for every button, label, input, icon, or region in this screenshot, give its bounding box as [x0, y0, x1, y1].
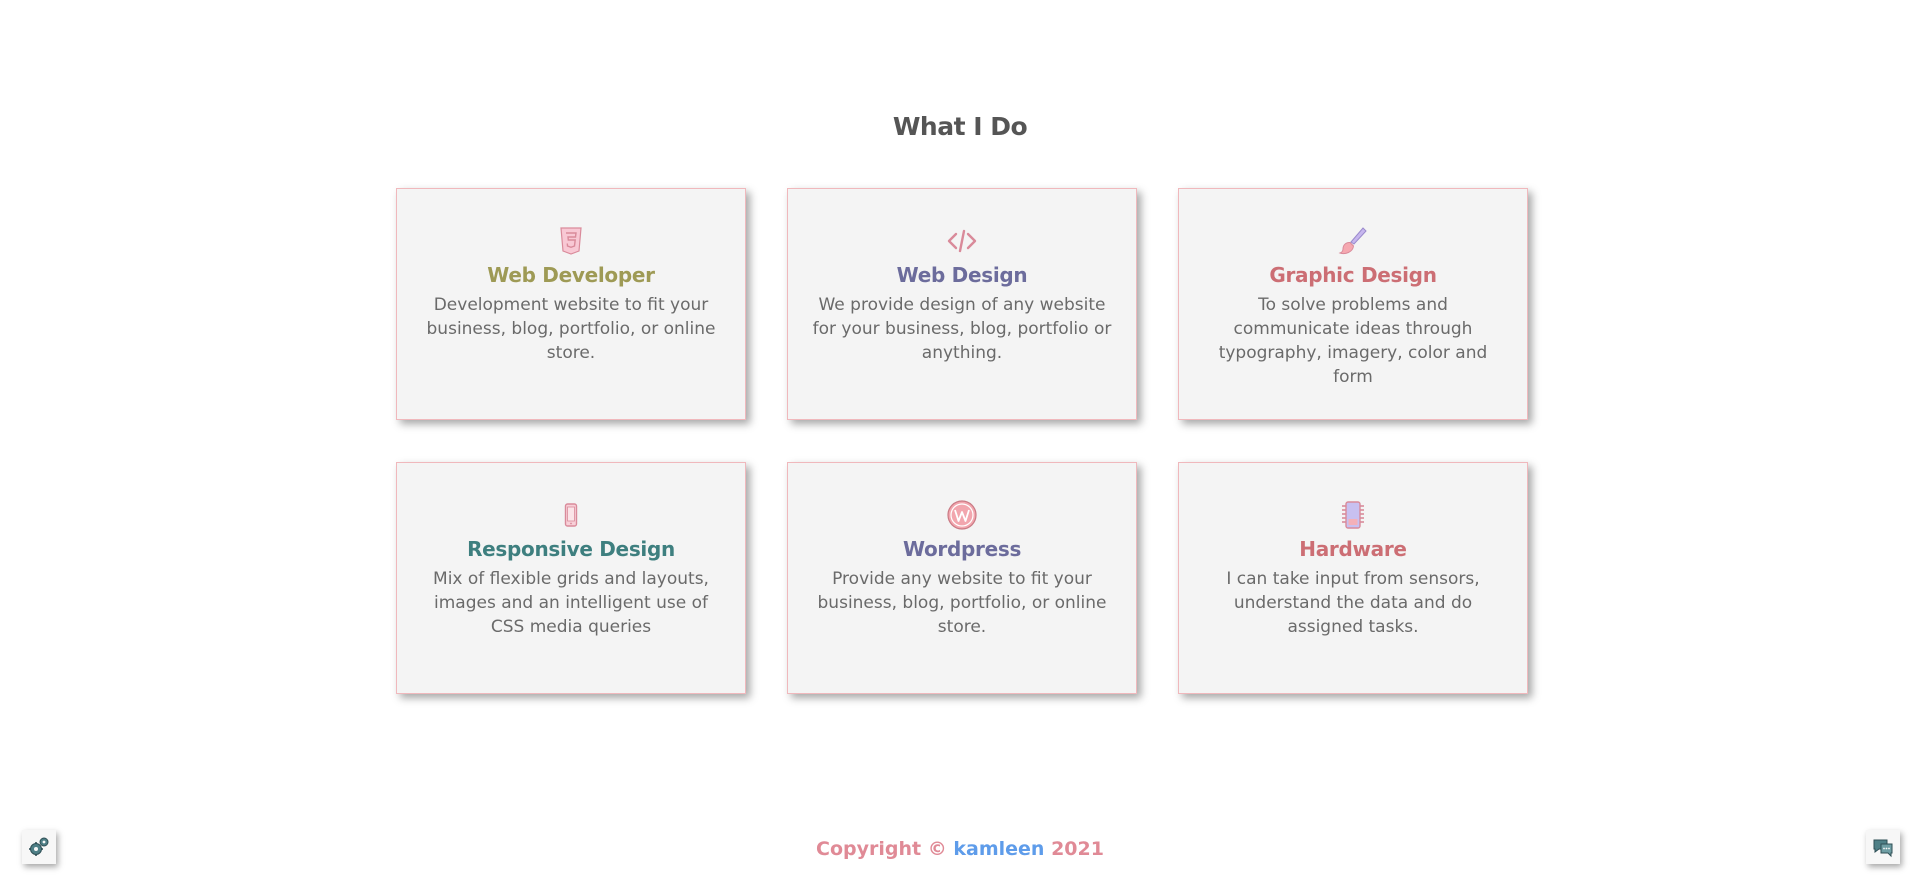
html5-icon: [560, 227, 582, 255]
service-card-web-developer: Web Developer Development website to fit…: [396, 188, 746, 420]
card-title: Hardware: [1299, 537, 1407, 561]
card-description: Mix of flexible grids and layouts, image…: [433, 569, 709, 637]
card-description: I can take input from sensors, understan…: [1226, 569, 1480, 637]
gears-icon: [29, 837, 49, 856]
service-card-graphic-design: Graphic Design To solve problems and com…: [1178, 188, 1528, 420]
brand-link[interactable]: kamleen: [953, 838, 1044, 860]
chat-button[interactable]: [1866, 830, 1900, 864]
code-icon: [947, 229, 977, 253]
copyright-prefix: Copyright ©: [816, 838, 947, 860]
chat-icon: [1873, 839, 1893, 858]
service-card-web-design: Web Design We provide design of any webs…: [787, 188, 1137, 420]
card-title: Responsive Design: [467, 537, 675, 561]
settings-button[interactable]: [22, 830, 56, 864]
footer-copyright: Copyright © kamleen 2021: [0, 838, 1920, 860]
card-description: To solve problems and communicate ideas …: [1218, 295, 1488, 387]
service-card-wordpress: Wordpress Provide any website to fit you…: [787, 462, 1137, 694]
services-grid: Web Developer Development website to fit…: [396, 188, 1528, 694]
section-title: What I Do: [892, 112, 1028, 141]
service-card-hardware: Hardware I can take input from sensors, …: [1178, 462, 1528, 694]
card-title: Graphic Design: [1269, 263, 1437, 287]
card-description: Development website to fit your business…: [426, 295, 716, 363]
card-title: Web Developer: [487, 263, 655, 287]
card-title: Wordpress: [902, 537, 1022, 561]
service-card-responsive-design: Responsive Design Mix of flexible grids …: [396, 462, 746, 694]
chip-icon: [1342, 501, 1364, 529]
copyright-year: 2021: [1051, 838, 1104, 860]
card-title: Web Design: [896, 263, 1028, 287]
wordpress-icon: [947, 500, 977, 530]
paintbrush-icon: [1338, 227, 1367, 255]
card-description: We provide design of any website for you…: [812, 295, 1112, 363]
card-description: Provide any website to fit your business…: [817, 569, 1107, 637]
mobile-icon: [564, 503, 578, 527]
